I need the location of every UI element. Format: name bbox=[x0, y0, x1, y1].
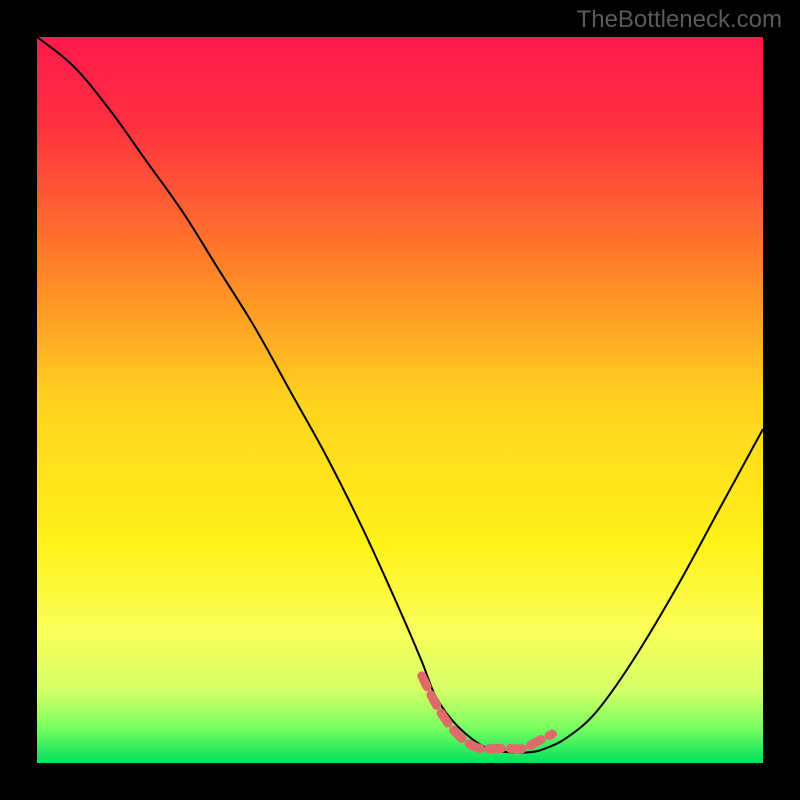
gradient-background bbox=[37, 37, 763, 763]
plot-area bbox=[37, 37, 763, 763]
watermark-text: TheBottleneck.com bbox=[577, 6, 782, 34]
